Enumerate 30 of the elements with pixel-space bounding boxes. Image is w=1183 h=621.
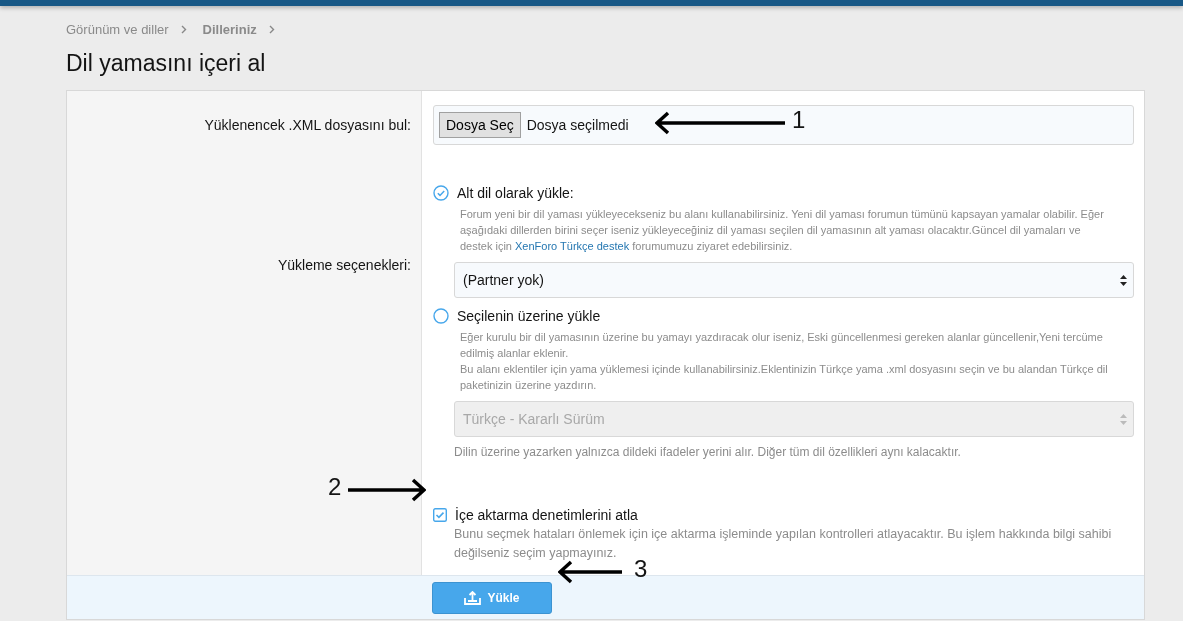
updown-icon	[1120, 274, 1127, 286]
breadcrumb-link[interactable]: Dilleriniz	[202, 21, 257, 37]
checkbox-label: İçe aktarma denetimlerini atla	[455, 507, 638, 523]
option-description: Eğer kurulu bir dil yamasının üzerine bu yamayı yazdıracak olur iseniz, Eski güncellenmesi gereken alanlar güncellenir,Yeni tercüme edilmiş alanlar eklenir.	[460, 330, 1104, 361]
arrow-icon	[346, 478, 426, 502]
radio-label: Seçilenin üzerine yükle	[457, 308, 601, 324]
arrow-icon	[655, 111, 787, 135]
dropdown-select[interactable]: (Partner yok)	[454, 262, 1134, 298]
updown-icon	[1120, 413, 1127, 425]
radio-button[interactable]	[433, 185, 449, 201]
option-description: Forum yeni bir dil yaması yükleyecekseniz bu alanı kullanabilirsiniz. Yeni dil yaması forumun tümünü kapsayan yamalar olabilir. Eğer aşağıdaki dillerden birini seçer iseniz yükleyeceğiniz dil yaması seçilen dil yamasının alt yaması olacaktır.Güncel dil yamaları ve destek için XenForo Türkçe destek forumumuzu ziyaret edebilirsiniz.	[460, 207, 1105, 254]
radio-button[interactable]	[433, 308, 449, 324]
option-hint: Dilin üzerine yazarken yalnızca dildeki ifadeler yerini alır. Diğer tüm dil özellikleri aynı kalacaktır.	[454, 445, 962, 459]
option-description: Bu alanı eklentiler için yama yüklemesi içinde kullanabilirsiniz.Eklentinizin Türkçe yama .xml dosyasını seçin ve bu alandan Türkçe dil paketinizin üzerine yazdırın.	[460, 362, 1109, 393]
field-label: Yüklenencek .XML dosyasını bul:	[204, 117, 411, 133]
arrow-icon	[558, 560, 624, 584]
choose-file-button[interactable]: Dosya Seç	[439, 112, 521, 138]
chevron-icon	[268, 24, 275, 34]
page-title: Dil yamasını içeri al	[66, 49, 267, 77]
annotation-number: 1	[792, 106, 806, 134]
file-status: Dosya seçilmedi	[526, 117, 629, 133]
upload-icon	[464, 590, 482, 605]
radio-label: Alt dil olarak yükle:	[457, 185, 574, 201]
chevron-icon	[180, 24, 187, 34]
checkbox[interactable]	[433, 508, 447, 522]
breadcrumb-link[interactable]: Görünüm ve diller	[66, 21, 169, 37]
support-link[interactable]: XenForo Türkçe destek	[515, 240, 630, 252]
field-label: Yükleme seçenekleri:	[277, 257, 411, 273]
upload-button[interactable]: Yükle	[432, 581, 552, 614]
annotation-number: 2	[328, 473, 342, 501]
